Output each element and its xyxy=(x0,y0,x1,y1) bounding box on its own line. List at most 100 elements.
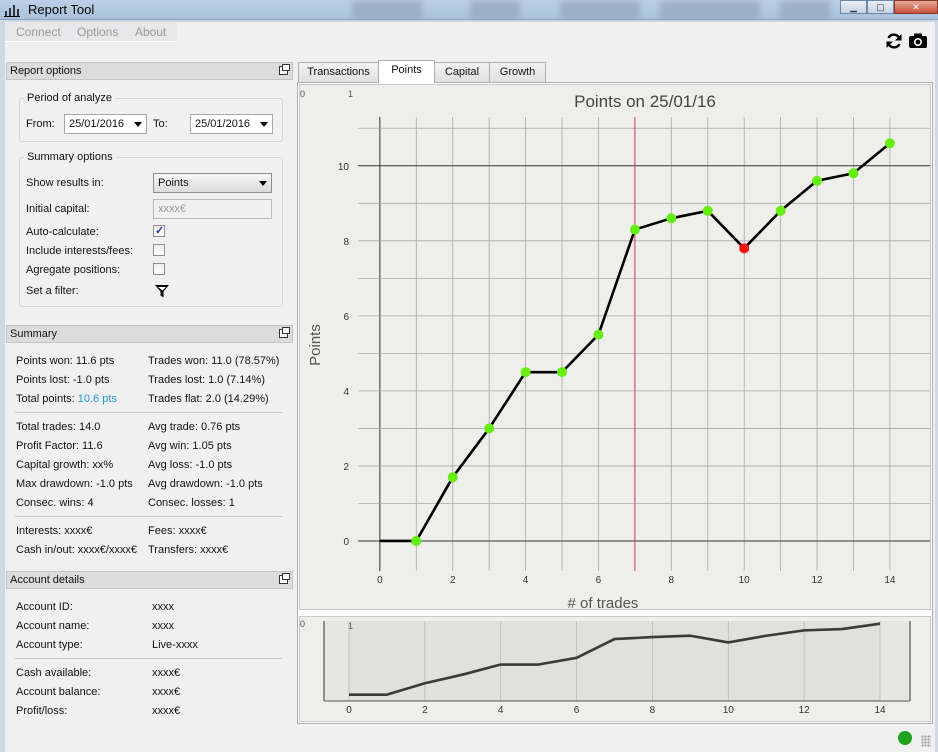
to-label: To: xyxy=(153,118,168,130)
x-axis-label: # of trades xyxy=(568,595,639,609)
y-tick-label: 6 xyxy=(343,312,349,323)
divider xyxy=(15,658,282,659)
account-id-label: Account ID: xyxy=(16,601,73,613)
background-blur xyxy=(780,0,830,18)
float-icon[interactable] xyxy=(279,573,290,584)
account-type-label: Account type: xyxy=(16,639,83,651)
float-icon[interactable] xyxy=(279,327,290,338)
menu-about[interactable]: About xyxy=(135,25,166,39)
aggregate-positions-checkbox[interactable] xyxy=(153,263,165,275)
account-details-title: Account details xyxy=(10,574,85,586)
x-tick-label: 14 xyxy=(884,575,896,586)
avg-loss: Avg loss: -1.0 pts xyxy=(148,459,233,471)
plot-area xyxy=(358,117,930,571)
x-tick-label: 0 xyxy=(346,705,352,716)
include-interests-checkbox[interactable] xyxy=(153,244,165,256)
divider xyxy=(15,412,282,413)
data-point xyxy=(520,367,531,378)
data-point xyxy=(557,367,568,378)
cash-available-label: Cash available: xyxy=(16,667,92,679)
corner-label: 0 xyxy=(300,89,305,99)
summary-header: Summary xyxy=(6,325,293,343)
data-point xyxy=(629,224,640,235)
summary-options-title: Summary options xyxy=(24,151,116,163)
window-controls: ▁ ▢ ✕ xyxy=(840,0,938,14)
show-results-value: Points xyxy=(158,177,189,189)
data-point xyxy=(775,205,786,216)
maximize-button[interactable]: ▢ xyxy=(867,0,894,14)
points-lost: Points lost: -1.0 pts xyxy=(16,374,110,386)
points-chart[interactable]: 0 10 2 4 6 8 10 12 140246810Points on 25/01/16# … xyxy=(300,85,930,612)
menu-options[interactable]: Options xyxy=(77,25,118,39)
consec-losses: Consec. losses: 1 xyxy=(148,497,235,509)
from-label: From: xyxy=(26,118,55,130)
trades-won: Trades won: 11.0 (78.57%) xyxy=(148,355,280,367)
profit-loss-label: Profit/loss: xyxy=(16,705,68,717)
account-details-header: Account details xyxy=(6,571,293,589)
x-tick-label: 4 xyxy=(498,705,504,716)
cash-in-out: Cash in/out: xxxx€/xxxx€ xyxy=(16,544,138,556)
y-tick-label: 2 xyxy=(343,462,349,473)
minimize-button[interactable]: ▁ xyxy=(840,0,867,14)
avg-trade: Avg trade: 0.76 pts xyxy=(148,421,241,433)
data-point xyxy=(593,329,604,340)
x-tick-label: 14 xyxy=(874,705,886,716)
tab-growth[interactable]: Growth xyxy=(489,62,546,82)
show-results-select[interactable]: Points xyxy=(153,173,272,193)
max-drawdown: Max drawdown: -1.0 pts xyxy=(16,478,133,490)
size-grip[interactable] xyxy=(921,735,931,747)
x-tick-label: 2 xyxy=(422,705,428,716)
report-options-title: Report options xyxy=(10,65,82,77)
profit-loss-value: xxxx€ xyxy=(152,705,181,717)
x-tick-label: 12 xyxy=(799,705,811,716)
background-blur xyxy=(560,0,640,18)
x-tick-label: 6 xyxy=(574,705,580,716)
camera-icon[interactable] xyxy=(908,31,928,51)
total-points-label: Total points: xyxy=(16,393,75,405)
main-window: Connect Options About Report options Per… xyxy=(5,22,935,752)
fees: Fees: xxxx€ xyxy=(148,525,207,537)
tab-transactions[interactable]: Transactions xyxy=(298,62,379,82)
x-tick-label: 10 xyxy=(739,575,751,586)
initial-capital-placeholder: xxxx€ xyxy=(158,203,187,215)
to-date-value: 25/01/2016 xyxy=(195,118,251,130)
menu-connect[interactable]: Connect xyxy=(16,25,61,39)
data-point xyxy=(447,472,458,483)
background-blur xyxy=(660,0,760,18)
data-point xyxy=(884,138,895,149)
trades-lost: Trades lost: 1.0 (7.14%) xyxy=(148,374,265,386)
close-button[interactable]: ✕ xyxy=(894,0,938,14)
tab-capital[interactable]: Capital xyxy=(434,62,490,82)
initial-capital-input[interactable]: xxxx€ xyxy=(153,199,272,219)
chevron-down-icon xyxy=(259,181,267,186)
from-date-picker[interactable]: 25/01/2016 xyxy=(64,114,147,134)
capital-growth: Capital growth: xx% xyxy=(16,459,114,471)
x-tick-label: 8 xyxy=(650,705,656,716)
profit-factor: Profit Factor: 11.6 xyxy=(16,440,103,452)
show-results-label: Show results in: xyxy=(26,177,104,189)
x-tick-label: 12 xyxy=(811,575,823,586)
aggregate-positions-label: Agregate positions: xyxy=(26,264,121,276)
from-date-value: 25/01/2016 xyxy=(69,118,125,130)
account-balance-label: Account balance: xyxy=(16,686,101,698)
total-trades: Total trades: 14.0 xyxy=(16,421,101,433)
filter-icon[interactable] xyxy=(154,283,170,299)
initial-capital-label: Initial capital: xyxy=(26,203,90,215)
overview-chart[interactable]: 0 10 2 4 6 8 10 12 14 xyxy=(300,617,930,721)
summary-title: Summary xyxy=(10,328,58,340)
menu-bar: Connect Options About xyxy=(5,22,935,44)
float-icon[interactable] xyxy=(279,64,290,75)
y-tick-label: 4 xyxy=(343,387,349,398)
to-date-picker[interactable]: 25/01/2016 xyxy=(190,114,273,134)
x-tick-label: 2 xyxy=(450,575,456,586)
avg-win: Avg win: 1.05 pts xyxy=(148,440,232,452)
account-id-value: xxxx xyxy=(152,601,174,613)
trades-flat: Trades flat: 2.0 (14.29%) xyxy=(148,393,269,405)
background-blur xyxy=(352,0,422,18)
tab-points[interactable]: Points xyxy=(378,60,435,83)
y-axis-label: Points xyxy=(307,324,324,366)
refresh-icon[interactable] xyxy=(884,31,904,51)
data-point xyxy=(484,423,495,434)
account-balance-value: xxxx€ xyxy=(152,686,181,698)
auto-calculate-checkbox[interactable] xyxy=(153,224,165,237)
